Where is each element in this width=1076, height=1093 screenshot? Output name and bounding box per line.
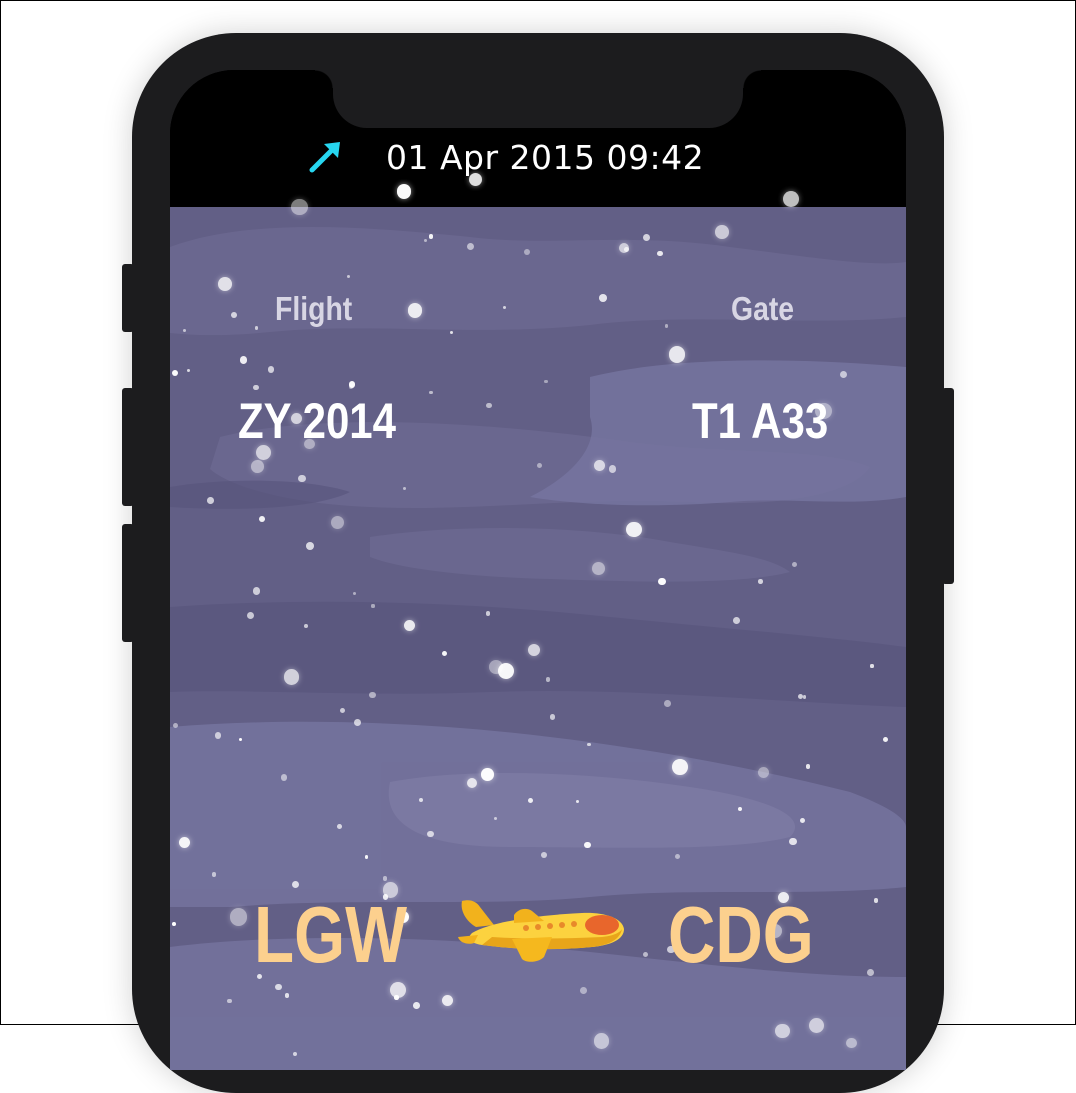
volume-down-button [122, 524, 134, 642]
status-datetime: 01 Apr 2015 09:42 [386, 138, 705, 177]
power-button [942, 388, 954, 584]
phone-screen: 01 Apr 2015 09:42 Flight Gate ZY 2014 T1… [170, 70, 906, 1070]
location-arrow-icon [309, 142, 340, 173]
mute-switch [122, 264, 134, 332]
flight-label: Flight [275, 290, 353, 327]
destination-airport-code: CDG [668, 890, 814, 979]
flight-number: ZY 2014 [238, 393, 397, 449]
notch [315, 70, 761, 128]
volume-up-button [122, 388, 134, 506]
gate-number: T1 A33 [692, 393, 829, 449]
gate-label: Gate [731, 290, 795, 327]
airplane-icon [458, 900, 624, 962]
origin-airport-code: LGW [254, 890, 408, 979]
